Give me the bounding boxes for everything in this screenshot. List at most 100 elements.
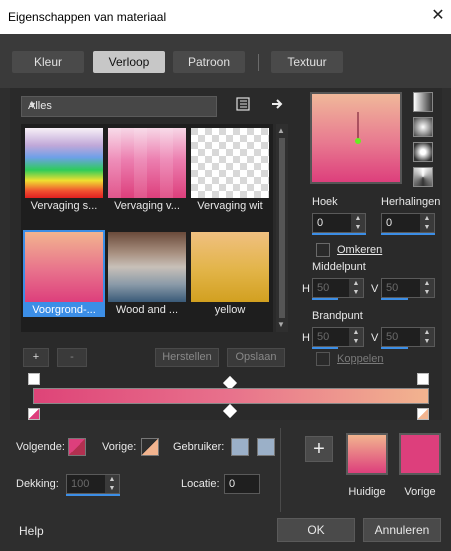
rectangular-style-icon[interactable] — [413, 117, 433, 137]
spinner-arrows-icon[interactable]: ▲ ▼ — [420, 214, 434, 232]
tab-verloop[interactable]: Verloop — [93, 51, 165, 73]
help-link[interactable]: Help — [19, 524, 44, 538]
ok-button[interactable]: OK — [277, 518, 355, 542]
remove-gradient-button[interactable]: - — [57, 348, 87, 367]
previous-color-swatch[interactable] — [141, 438, 159, 456]
add-gradient-button[interactable]: + — [23, 348, 49, 367]
gallery-scrollbar[interactable]: ▲ ▼ — [276, 124, 288, 332]
repeats-slider[interactable] — [381, 233, 435, 235]
opacity-stop-end[interactable] — [417, 373, 429, 385]
add-swatch-button[interactable]: + — [305, 436, 333, 462]
user-color-swatch-2[interactable] — [257, 438, 275, 456]
chevron-down-icon: ▼ — [28, 100, 37, 110]
color-stop-end[interactable] — [417, 408, 429, 420]
focal-v-spinner[interactable]: 50 ▲ ▼ — [381, 327, 435, 347]
gallery-item[interactable]: Vervaging s... — [23, 126, 105, 213]
invert-label: Omkeren — [337, 244, 383, 256]
opacity-stop-start[interactable] — [28, 373, 40, 385]
arrow-right-icon[interactable] — [267, 96, 287, 116]
angle-spinner[interactable]: 0 ▲ ▼ — [312, 213, 366, 233]
gallery-item-label: yellow — [214, 304, 246, 316]
center-h-slider[interactable] — [312, 298, 338, 300]
center-v-value: 50 — [386, 282, 399, 294]
gradient-thumbnail — [191, 232, 269, 302]
gallery-item-label: Vervaging v... — [114, 200, 180, 212]
center-v-spinner[interactable]: 50 ▲ ▼ — [381, 278, 435, 298]
gradient-preview[interactable] — [310, 92, 402, 184]
gallery-item[interactable]: yellow — [189, 230, 271, 317]
gallery-item-label: Vervaging s... — [30, 200, 98, 212]
title-bar: Eigenschappen van materiaal ✕ — [0, 0, 451, 34]
close-icon[interactable]: ✕ — [427, 5, 449, 27]
opacity-slider[interactable] — [66, 494, 120, 496]
center-v-slider[interactable] — [381, 298, 408, 300]
repeats-label: Herhalingen — [381, 196, 441, 208]
save-button[interactable]: Opslaan — [227, 348, 285, 367]
gallery-item[interactable]: Wood and ... — [106, 230, 188, 317]
window-title: Eigenschappen van materiaal — [8, 10, 167, 24]
current-swatch[interactable] — [346, 433, 388, 475]
gradient-thumbnail — [25, 232, 103, 302]
center-h-spinner[interactable]: 50 ▲ ▼ — [312, 278, 364, 298]
tab-textuur[interactable]: Textuur — [271, 51, 343, 73]
gradient-editor-bar[interactable] — [33, 388, 429, 404]
tab-patroon[interactable]: Patroon — [173, 51, 245, 73]
gallery-item-label: Vervaging wit — [197, 200, 263, 212]
link-checkbox[interactable] — [316, 352, 330, 366]
spinner-arrows-icon[interactable]: ▲ ▼ — [105, 475, 119, 493]
spinner-arrows-icon[interactable]: ▲ ▼ — [349, 279, 363, 297]
spinner-arrows-icon[interactable]: ▲ ▼ — [420, 279, 434, 297]
location-value: 0 — [229, 478, 236, 490]
center-label: Middelpunt — [312, 261, 366, 273]
gallery-item[interactable]: Vervaging v... — [106, 126, 188, 213]
angle-slider[interactable] — [312, 233, 366, 235]
reset-button[interactable]: Herstellen — [155, 348, 219, 367]
focal-h-spinner[interactable]: 50 ▲ ▼ — [312, 327, 364, 347]
current-label: Huidige — [348, 486, 386, 498]
spinner-arrows-icon[interactable]: ▲ ▼ — [351, 214, 365, 232]
focal-v-slider[interactable] — [381, 347, 408, 349]
link-label: Koppelen — [337, 353, 384, 365]
focal-h-slider[interactable] — [312, 347, 338, 349]
linear-style-icon[interactable] — [413, 92, 433, 112]
opacity-value: 100 — [71, 478, 90, 490]
repeats-value: 0 — [386, 217, 393, 229]
cancel-button[interactable]: Annuleren — [363, 518, 441, 542]
user-color-swatch[interactable] — [231, 438, 249, 456]
gallery-item-label: Voorgrond-... — [32, 304, 96, 316]
center-v-label: V — [371, 283, 379, 295]
category-dropdown[interactable]: Alles ▼ — [21, 96, 217, 117]
gallery-item[interactable]: Vervaging wit — [189, 126, 271, 213]
scroll-up-icon[interactable]: ▲ — [277, 126, 285, 135]
scroll-down-icon[interactable]: ▼ — [277, 320, 285, 329]
radial-style-icon[interactable] — [413, 142, 433, 162]
focal-v-value: 50 — [386, 331, 399, 343]
opacity-spinner[interactable]: 100 ▲ ▼ — [66, 474, 120, 494]
list-icon[interactable] — [233, 96, 253, 116]
previous-label: Vorige: — [102, 441, 137, 453]
gallery-item[interactable]: Voorgrond-... — [23, 230, 105, 317]
gallery-item-label: Wood and ... — [115, 304, 179, 316]
tab-kleur[interactable]: Kleur — [12, 51, 84, 73]
spinner-arrows-icon[interactable]: ▲ ▼ — [349, 328, 363, 346]
previous-swatch[interactable] — [399, 433, 441, 475]
focal-h-label: H — [302, 332, 310, 344]
user-label: Gebruiker: — [173, 441, 225, 453]
divider — [280, 428, 281, 512]
tab-separator — [258, 54, 259, 71]
focal-h-value: 50 — [317, 331, 330, 343]
gradient-thumbnail — [108, 232, 186, 302]
scrollbar-thumb[interactable] — [279, 138, 285, 318]
repeats-spinner[interactable]: 0 ▲ ▼ — [381, 213, 435, 233]
next-color-swatch[interactable] — [68, 438, 86, 456]
spinner-arrows-icon[interactable]: ▲ ▼ — [420, 328, 434, 346]
angle-label: Hoek — [312, 196, 338, 208]
invert-checkbox[interactable] — [316, 243, 330, 257]
sunburst-style-icon[interactable] — [413, 167, 433, 187]
opacity-label: Dekking: — [16, 478, 59, 490]
location-label: Locatie: — [181, 478, 220, 490]
center-h-value: 50 — [317, 282, 330, 294]
color-stop-start[interactable] — [28, 408, 40, 420]
center-h-label: H — [302, 283, 310, 295]
location-field[interactable]: 0 — [224, 474, 260, 494]
